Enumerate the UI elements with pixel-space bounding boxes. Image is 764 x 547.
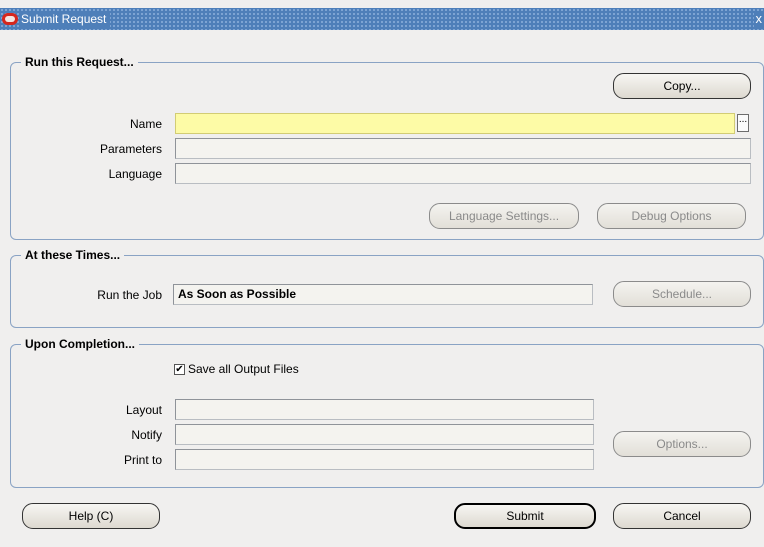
layout-field[interactable]	[175, 399, 594, 420]
completion-group-title: Upon Completion...	[21, 336, 139, 352]
schedule-button[interactable]: Schedule...	[613, 281, 751, 307]
language-label: Language	[108, 167, 162, 181]
print-to-field[interactable]	[175, 449, 594, 470]
parameters-label: Parameters	[99, 142, 162, 156]
run-request-group-title: Run this Request...	[21, 54, 138, 70]
name-label: Name	[129, 117, 162, 131]
save-output-label: Save all Output Files	[188, 362, 299, 376]
save-output-checkbox[interactable]: ✔ Save all Output Files	[174, 362, 299, 376]
layout-label: Layout	[125, 403, 162, 417]
notify-field[interactable]	[175, 424, 594, 445]
window-title: Submit Request	[21, 11, 111, 27]
cancel-button[interactable]: Cancel	[613, 503, 751, 529]
parameters-field[interactable]	[175, 138, 751, 159]
language-field[interactable]	[175, 163, 751, 184]
print-to-label: Print to	[123, 453, 162, 467]
close-icon[interactable]: x	[753, 11, 764, 27]
name-lov-button[interactable]: ...	[737, 114, 749, 132]
schedule-group-title: At these Times...	[21, 247, 125, 263]
run-job-field[interactable]: As Soon as Possible	[173, 284, 593, 305]
name-field[interactable]	[175, 113, 735, 134]
copy-button[interactable]: Copy...	[613, 73, 751, 99]
submit-button[interactable]: Submit	[454, 503, 596, 529]
help-button[interactable]: Help (C)	[22, 503, 160, 529]
debug-options-button[interactable]: Debug Options	[597, 203, 746, 229]
run-job-label: Run the Job	[97, 288, 162, 302]
options-button[interactable]: Options...	[613, 431, 751, 457]
window-titlebar[interactable]: Submit Request x	[0, 8, 764, 30]
checkmark-icon[interactable]: ✔	[174, 363, 185, 375]
oracle-logo-icon	[2, 13, 18, 25]
notify-label: Notify	[131, 428, 162, 442]
language-settings-button[interactable]: Language Settings...	[429, 203, 579, 229]
